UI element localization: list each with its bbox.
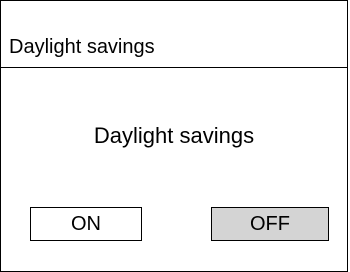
- setting-heading: Daylight savings: [93, 123, 255, 148]
- daylight-savings-window: Daylight savings Daylight savings ON OFF: [0, 0, 348, 272]
- title-bar: Daylight savings: [1, 1, 347, 68]
- window-title: Daylight savings: [9, 36, 155, 58]
- off-button[interactable]: OFF: [211, 207, 329, 241]
- on-button[interactable]: ON: [30, 207, 142, 241]
